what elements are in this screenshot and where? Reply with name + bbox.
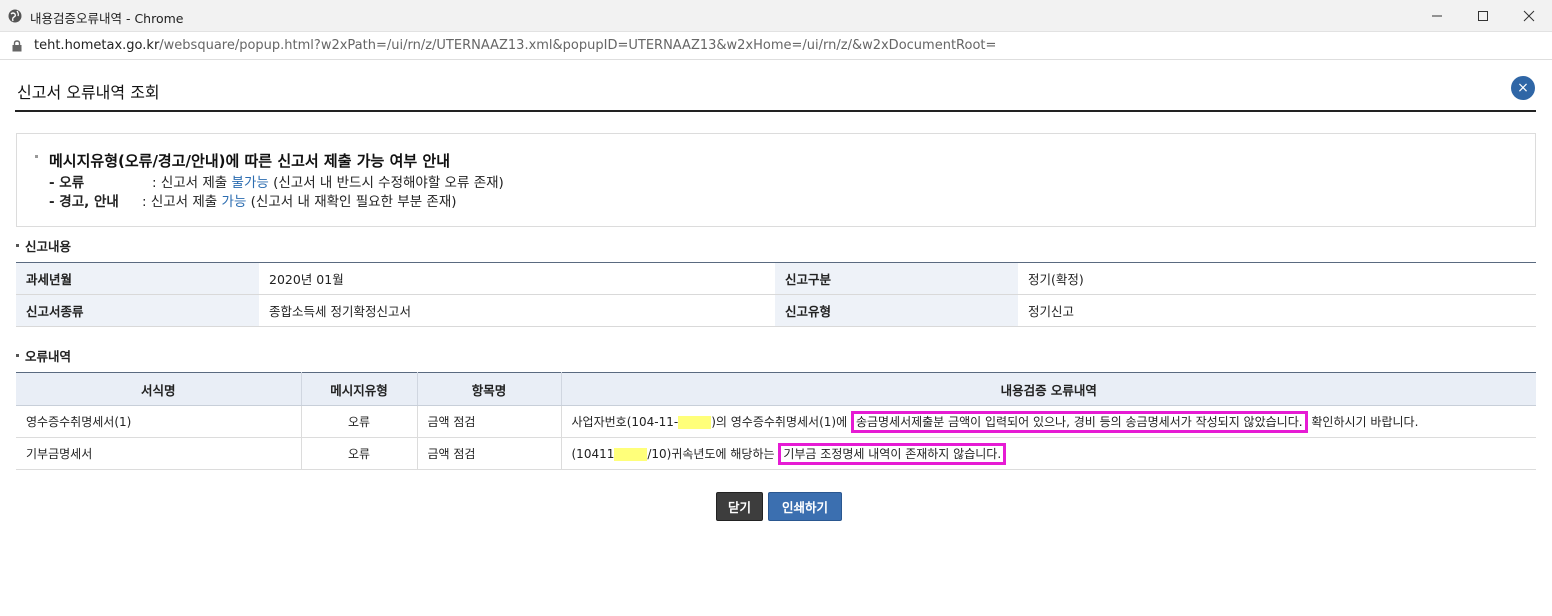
print-button[interactable]: 인쇄하기 — [768, 492, 842, 521]
title-divider — [15, 110, 1536, 112]
guide-warn-tag: - 경고, 안내 — [49, 194, 119, 210]
minimize-icon — [1432, 15, 1442, 17]
minimize-button[interactable] — [1414, 0, 1460, 32]
guide-warn-suffix: (신고서 내 재확인 필요한 부분 존재) — [246, 194, 457, 210]
window-close-button[interactable] — [1506, 0, 1552, 32]
value-tax-period: 2020년 01월 — [259, 262, 775, 295]
detail-prefix: 사업자번호(104-11- — [571, 415, 679, 429]
guide-error-tag: - 오류 — [49, 175, 85, 191]
guide-warn-status: 가능 — [221, 194, 247, 210]
value-report-kind: 종합소득세 정기확정신고서 — [259, 294, 775, 327]
value-report-category: 정기(확정) — [1018, 262, 1536, 295]
close-button[interactable]: 닫기 — [716, 492, 763, 521]
guide-error-prefix: : 신고서 제출 — [152, 175, 232, 191]
page-title: 신고서 오류내역 조회 — [17, 83, 160, 102]
lock-icon — [12, 40, 22, 52]
section-bullet-icon — [16, 354, 19, 357]
section-bullet-icon — [16, 244, 19, 247]
detail-suffix: 확인하시기 바랍니다. — [1307, 415, 1419, 429]
highlighted-error-text: 송금명세서제출분 금액이 입력되어 있으나, 경비 등의 송금명세서가 작성되지… — [850, 411, 1308, 433]
column-header-form: 서식명 — [16, 372, 302, 406]
url-path: /websquare/popup.html?w2xPath=/ui/rn/z/U… — [159, 38, 997, 53]
table-header-row: 서식명 메시지유형 항목명 내용검증 오류내역 — [16, 372, 1536, 406]
maximize-icon — [1478, 11, 1488, 21]
label-tax-period: 과세년월 — [16, 262, 259, 295]
error-table: 서식명 메시지유형 항목명 내용검증 오류내역 영수증수취명세서(1) 오류 금… — [16, 372, 1536, 470]
cell-form: 영수증수취명세서(1) — [16, 405, 302, 438]
url-host: teht.hometax.go.kr — [34, 38, 160, 53]
detail-prefix: (10411 — [571, 447, 615, 461]
guide-error-status: 불가능 — [231, 175, 269, 191]
column-header-detail: 내용검증 오류내역 — [561, 372, 1536, 406]
report-section-heading: 신고내용 — [16, 236, 71, 255]
table-row: 영수증수취명세서(1) 오류 금액 점검 사업자번호(104-11- )의 영수증… — [16, 405, 1536, 438]
address-bar[interactable]: teht.hometax.go.kr/websquare/popup.html?… — [0, 32, 1552, 60]
error-section-heading: 오류내역 — [16, 346, 71, 365]
cell-form: 기부금명세서 — [16, 437, 302, 470]
column-header-message-type: 메시지유형 — [301, 372, 418, 406]
cell-item: 금액 점검 — [417, 405, 562, 438]
report-heading-text: 신고내용 — [25, 239, 72, 254]
guide-warn-prefix: : 신고서 제출 — [142, 194, 222, 210]
error-heading-text: 오류내역 — [25, 349, 72, 364]
column-header-item: 항목명 — [417, 372, 562, 406]
detail-mid: )의 영수증수취명세서(1)에 — [711, 415, 851, 429]
table-row: 신고서종류 종합소득세 정기확정신고서 신고유형 정기신고 — [16, 294, 1536, 327]
maximize-button[interactable] — [1460, 0, 1506, 32]
url-text: teht.hometax.go.kr/websquare/popup.html?… — [34, 38, 996, 53]
cell-detail: (10411/10)귀속년도에 해당하는 기부금 조정명세 내역이 존재하지 않… — [561, 437, 1536, 470]
globe-icon — [8, 9, 22, 23]
detail-mid: /10)귀속년도에 해당하는 — [647, 447, 779, 461]
cell-message-type: 오류 — [301, 405, 418, 438]
label-report-category: 신고구분 — [775, 262, 1018, 295]
redaction-mask — [614, 448, 648, 461]
table-row: 과세년월 2020년 01월 신고구분 정기(확정) — [16, 262, 1536, 295]
submission-guide-box: 메시지유형(오류/경고/안내)에 따른 신고서 제출 가능 여부 안내 - 오류… — [16, 133, 1536, 227]
popup-close-button[interactable]: × — [1511, 76, 1535, 100]
bullet-icon — [35, 155, 38, 158]
guide-error-line: - 오류 : 신고서 제출 불가능 (신고서 내 반드시 수정해야할 오류 존재) — [49, 171, 504, 191]
table-row: 기부금명세서 오류 금액 점검 (10411/10)귀속년도에 해당하는 기부금… — [16, 437, 1536, 470]
cell-detail: 사업자번호(104-11- )의 영수증수취명세서(1)에 송금명세서제출분 금액… — [561, 405, 1536, 438]
window-titlebar: 내용검증오류내역 - Chrome — [0, 0, 1552, 32]
guide-warn-line: - 경고, 안내 : 신고서 제출 가능 (신고서 내 재확인 필요한 부분 존재… — [49, 190, 457, 210]
cell-item: 금액 점검 — [417, 437, 562, 470]
label-report-type: 신고유형 — [775, 294, 1018, 327]
label-report-kind: 신고서종류 — [16, 294, 259, 327]
window-title: 내용검증오류내역 - Chrome — [30, 11, 184, 26]
guide-title: 메시지유형(오류/경고/안내)에 따른 신고서 제출 가능 여부 안내 — [49, 152, 451, 170]
cell-message-type: 오류 — [301, 437, 418, 470]
redaction-mask — [678, 416, 712, 429]
guide-error-suffix: (신고서 내 반드시 수정해야할 오류 존재) — [268, 175, 504, 191]
value-report-type: 정기신고 — [1018, 294, 1536, 327]
close-icon — [1523, 10, 1535, 22]
highlighted-error-text: 기부금 조정명세 내역이 존재하지 않습니다. — [778, 443, 1007, 465]
report-info-table: 과세년월 2020년 01월 신고구분 정기(확정) 신고서종류 종합소득세 정… — [16, 262, 1536, 327]
